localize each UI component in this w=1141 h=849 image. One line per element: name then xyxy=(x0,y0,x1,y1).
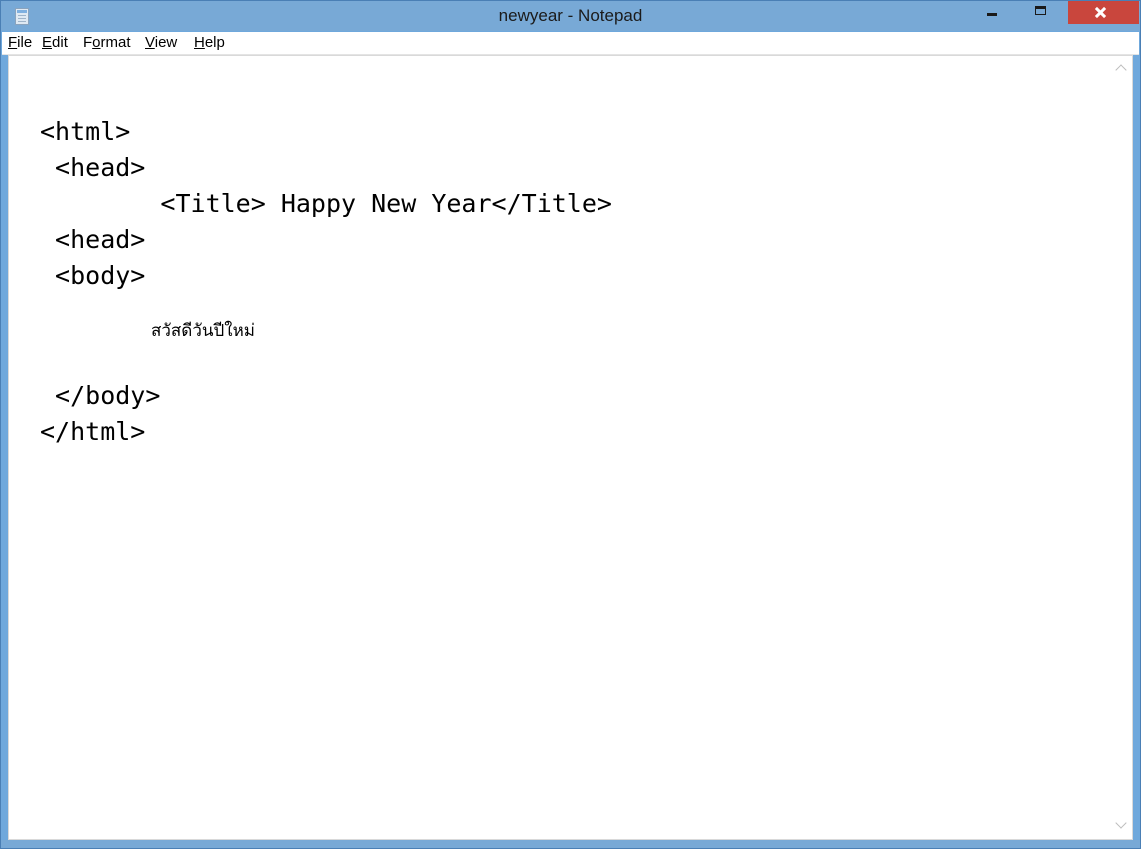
menu-view[interactable]: View xyxy=(145,32,177,54)
editor-line: <head> xyxy=(40,153,146,182)
menu-format[interactable]: Format xyxy=(83,32,131,54)
vertical-scrollbar[interactable] xyxy=(1113,56,1132,839)
editor-line: <html> xyxy=(40,117,131,146)
menu-format-prefix: F xyxy=(83,34,93,51)
editor-line: <Title> Happy New Year</Title> xyxy=(40,189,612,218)
menu-edit[interactable]: Edit xyxy=(42,32,68,54)
maximize-button[interactable] xyxy=(1019,1,1063,23)
menu-edit-mnemonic: E xyxy=(42,34,53,51)
notepad-window: newyear - Notepad File Edit Format View … xyxy=(0,0,1141,849)
editor-line: <head> xyxy=(40,225,146,254)
editor-line: </html> xyxy=(40,417,146,446)
minimize-button[interactable] xyxy=(973,1,1013,23)
chevron-up-icon[interactable] xyxy=(1115,64,1127,76)
menu-file[interactable]: File xyxy=(8,32,32,54)
window-bottom-border xyxy=(1,840,1140,848)
chevron-down-icon[interactable] xyxy=(1115,817,1127,829)
text-editor-area[interactable]: <html> <head> <Title> Happy New Year</Ti… xyxy=(8,55,1133,840)
window-title: newyear - Notepad xyxy=(498,6,643,25)
editor-line: </body> xyxy=(40,381,161,410)
title-bar[interactable]: newyear - Notepad xyxy=(1,1,1140,31)
menu-view-mnemonic: V xyxy=(145,34,155,51)
menu-file-label: ile xyxy=(17,34,33,51)
menu-help[interactable]: Help xyxy=(194,32,225,54)
menu-edit-label: dit xyxy=(52,34,68,51)
menu-file-mnemonic: F xyxy=(8,34,18,51)
menu-help-mnemonic: H xyxy=(194,34,205,51)
menu-bar: File Edit Format View Help xyxy=(2,32,1139,55)
menu-format-label: rmat xyxy=(100,34,131,51)
menu-help-label: elp xyxy=(204,34,225,51)
editor-line: สวัสดีวันปีใหม่ xyxy=(151,321,256,341)
editor-line: <body> xyxy=(40,261,146,290)
menu-format-mnemonic: o xyxy=(92,34,101,51)
menu-view-label: iew xyxy=(154,34,178,51)
close-button[interactable] xyxy=(1068,1,1139,24)
